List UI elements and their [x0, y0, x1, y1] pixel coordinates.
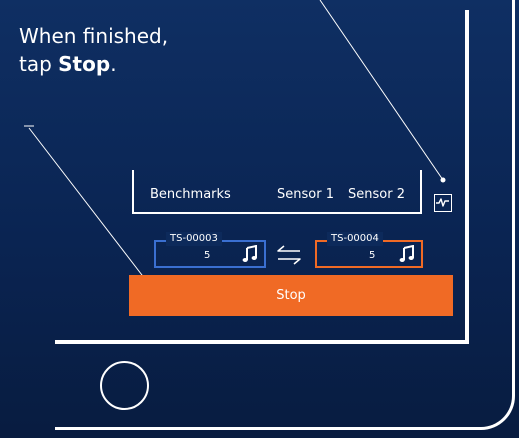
music-note-icon [399, 245, 414, 262]
tab-sensor-1[interactable]: Sensor 1 [277, 187, 334, 202]
activity-icon[interactable] [434, 194, 452, 212]
activity-icon-graphic [436, 198, 449, 207]
tab-sensor-2[interactable]: Sensor 2 [348, 187, 405, 202]
sensor-id-1: TS-00003 [166, 232, 222, 246]
music-note-icon [242, 245, 257, 262]
screen-edge-right [465, 10, 469, 340]
home-button[interactable] [100, 361, 149, 410]
tab-benchmarks[interactable]: Benchmarks [150, 187, 231, 202]
swap-arrows-icon[interactable] [276, 244, 302, 266]
sensor-card-2[interactable]: TS-00004 5 [315, 232, 423, 268]
stop-button[interactable]: Stop [129, 275, 453, 316]
sensor-value-1: 5 [204, 250, 211, 261]
sensor-value-2: 5 [369, 250, 376, 261]
sensor-id-2: TS-00004 [327, 232, 383, 246]
screen-edge-bottom [55, 340, 469, 344]
sensor-card-1[interactable]: TS-00003 5 [154, 232, 266, 268]
instruction-prefix: tap [19, 52, 59, 76]
